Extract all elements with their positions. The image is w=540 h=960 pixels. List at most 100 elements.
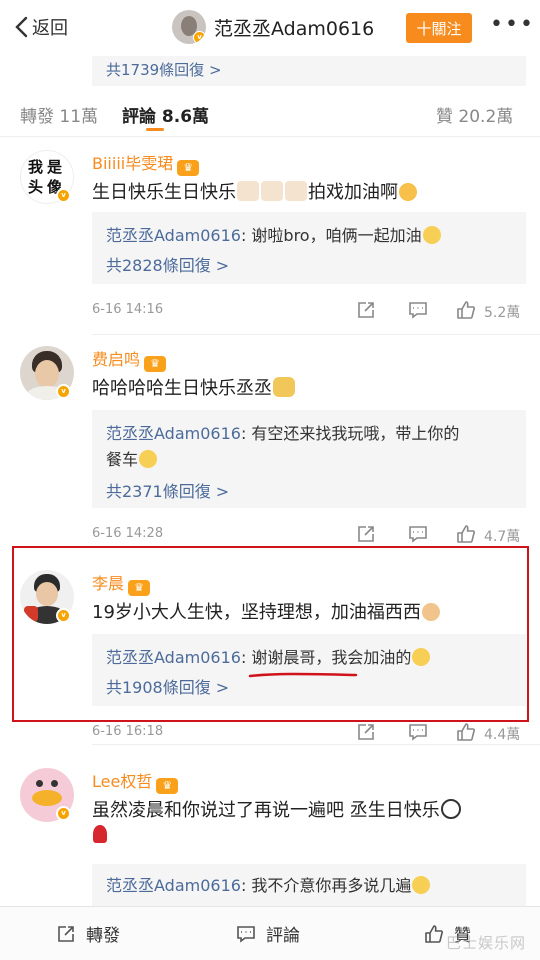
comment-text: 虽然凌晨和你说过了再说一遍吧 丞生日快乐 <box>92 796 462 822</box>
username-text: Lee权哲 <box>92 772 153 791</box>
avatar-duck-beak <box>32 790 62 806</box>
tab-repost[interactable]: 轉發 11萬 <box>20 102 98 127</box>
thumbs-up-icon[interactable] <box>456 722 476 742</box>
cake-emoji-icon <box>237 181 259 201</box>
comment-icon[interactable] <box>408 300 428 320</box>
reply-text: : 有空还来找我玩哦，带上你的 <box>240 424 460 443</box>
comment-item: v 费启鸣 ♛ 哈哈哈哈生日快乐丞丞 范丞丞Adam0616: 有空还来找我玩哦，… <box>0 342 540 545</box>
red-underline-annotation <box>248 672 358 678</box>
comment-button[interactable]: 評論 <box>236 921 300 946</box>
tab-bar: 轉發 11萬 評論 8.6萬 贊 20.2萬 <box>0 96 540 136</box>
verified-badge-icon: v <box>56 384 71 399</box>
top-nav-bar: 返回 v 范丞丞Adam0616 十關注 ••• <box>0 0 540 56</box>
rose-emoji-icon <box>92 824 108 845</box>
comment-time: 6-16 14:28 <box>92 526 164 541</box>
username-text: Biiiii毕雯珺 <box>92 154 174 173</box>
reply-line: 范丞丞Adam0616: 有空还来找我玩哦，带上你的 <box>106 420 459 444</box>
avatar-eye <box>51 780 58 787</box>
thumbs-up-icon[interactable] <box>456 300 476 320</box>
panda-emoji-icon <box>440 799 461 819</box>
reply-author[interactable]: 范丞丞Adam0616 <box>106 876 241 895</box>
comment-username[interactable]: Biiiii毕雯珺 ♛ <box>92 150 200 176</box>
comment-icon <box>237 925 255 943</box>
comment-time: 6-16 16:18 <box>92 724 164 739</box>
comment-text-main: 虽然凌晨和你说过了再说一遍吧 丞生日快乐 <box>92 800 440 821</box>
cake-emoji-icon <box>261 181 283 201</box>
comment-time: 6-16 14:16 <box>92 302 164 317</box>
divider <box>92 744 540 745</box>
reply-line: 范丞丞Adam0616: 我不介意你再多说几遍 <box>106 872 431 896</box>
highlight-annotation-box <box>12 546 529 722</box>
comment-actions: 4.7萬 <box>356 524 526 545</box>
reply-text: 餐车 <box>106 450 139 469</box>
comment-actions: 4.4萬 <box>356 722 526 743</box>
like-count: 4.7萬 <box>484 529 521 545</box>
reply-count-link[interactable]: 共1739條回復 > <box>106 59 222 80</box>
smile-emoji-icon <box>412 876 431 894</box>
comment-username[interactable]: Lee权哲 ♛ <box>92 768 179 794</box>
crown-badge-icon: ♛ <box>177 160 200 176</box>
flexed-biceps-emoji-icon <box>399 183 417 201</box>
repost-button[interactable]: 轉發 <box>56 921 120 946</box>
reply-line-continued: 餐车 <box>106 446 158 470</box>
reply-line: 范丞丞Adam0616: 谢啦bro，咱俩一起加油 <box>106 222 442 246</box>
rose-icon <box>93 825 107 843</box>
like-count: 4.4萬 <box>484 727 521 743</box>
follow-button[interactable]: 十關注 <box>406 13 472 43</box>
smile-emoji-icon <box>139 450 158 468</box>
comment-item: v Lee权哲 ♛ 虽然凌晨和你说过了再说一遍吧 丞生日快乐 范丞丞Adam061… <box>0 764 540 906</box>
avatar-eye <box>36 780 43 787</box>
avatar-face <box>35 360 59 388</box>
watermark: 巴士娱乐网 <box>446 934 527 952</box>
smile-emoji-icon <box>422 226 441 244</box>
verified-badge-icon: v <box>193 31 206 44</box>
thumbs-up-icon <box>425 924 443 943</box>
dog-emoji-icon <box>273 377 295 397</box>
reply-count-link[interactable]: 共2828條回復 > <box>106 252 229 276</box>
reply-box[interactable]: 范丞丞Adam0616: 我不介意你再多说几遍 <box>92 864 526 906</box>
divider <box>92 334 540 335</box>
reply-text: : 谢啦bro，咱俩一起加油 <box>240 226 422 245</box>
comment-text-main: 生日快乐生日快乐 <box>92 182 236 203</box>
profile-title[interactable]: v 范丞丞Adam0616 <box>172 10 374 44</box>
reply-author[interactable]: 范丞丞Adam0616 <box>106 226 241 245</box>
share-icon <box>58 925 74 942</box>
reply-box[interactable]: 范丞丞Adam0616: 有空还来找我玩哦，带上你的 餐车 共2371條回復 > <box>92 410 526 508</box>
share-icon[interactable] <box>356 722 376 742</box>
comment-icon[interactable] <box>408 524 428 544</box>
comment-icon[interactable] <box>408 722 428 742</box>
comment-actions: 5.2萬 <box>356 300 526 321</box>
comment-label: 評論 <box>266 926 300 946</box>
tab-likes[interactable]: 贊 20.2萬 <box>436 102 513 127</box>
crown-badge-icon: ♛ <box>156 778 179 794</box>
back-label: 返回 <box>32 18 68 39</box>
reply-text: : 我不介意你再多说几遍 <box>240 876 412 895</box>
tab-comments[interactable]: 評論 8.6萬 <box>122 102 209 127</box>
more-dots-icon[interactable]: ••• <box>490 14 535 36</box>
comment-text-suffix: 拍戏加油啊 <box>308 182 398 203</box>
repost-label: 轉發 <box>86 926 120 946</box>
comment-text-main: 哈哈哈哈生日快乐丞丞 <box>92 378 272 399</box>
reply-count-link[interactable]: 共2371條回復 > <box>106 478 229 502</box>
verified-badge-icon: v <box>56 806 71 821</box>
share-icon[interactable] <box>356 300 376 320</box>
avatar: v <box>172 10 206 44</box>
comment-text: 生日快乐生日快乐 拍戏加油啊 <box>92 178 418 204</box>
thumbs-up-icon[interactable] <box>456 524 476 544</box>
divider <box>0 136 540 137</box>
share-icon[interactable] <box>356 524 376 544</box>
active-tab-indicator <box>146 128 164 131</box>
chevron-left-icon <box>15 16 28 38</box>
cake-emoji-icon <box>285 181 307 201</box>
back-button[interactable]: 返回 <box>14 14 68 40</box>
comment-username[interactable]: 费启鸣 ♛ <box>92 346 167 372</box>
comment-text: 哈哈哈哈生日快乐丞丞 <box>92 374 296 400</box>
verified-badge-icon: v <box>56 188 71 203</box>
reply-box[interactable]: 范丞丞Adam0616: 谢啦bro，咱俩一起加油 共2828條回復 > <box>92 212 526 284</box>
like-count: 5.2萬 <box>484 305 521 321</box>
reply-box: 共1739條回復 > <box>92 56 526 86</box>
comment-item: 我是头像 v Biiiii毕雯珺 ♛ 生日快乐生日快乐 拍戏加油啊 范丞丞Adam0… <box>0 146 540 336</box>
reply-author[interactable]: 范丞丞Adam0616 <box>106 424 241 443</box>
page-title: 范丞丞Adam0616 <box>214 17 375 40</box>
crown-badge-icon: ♛ <box>144 356 167 372</box>
